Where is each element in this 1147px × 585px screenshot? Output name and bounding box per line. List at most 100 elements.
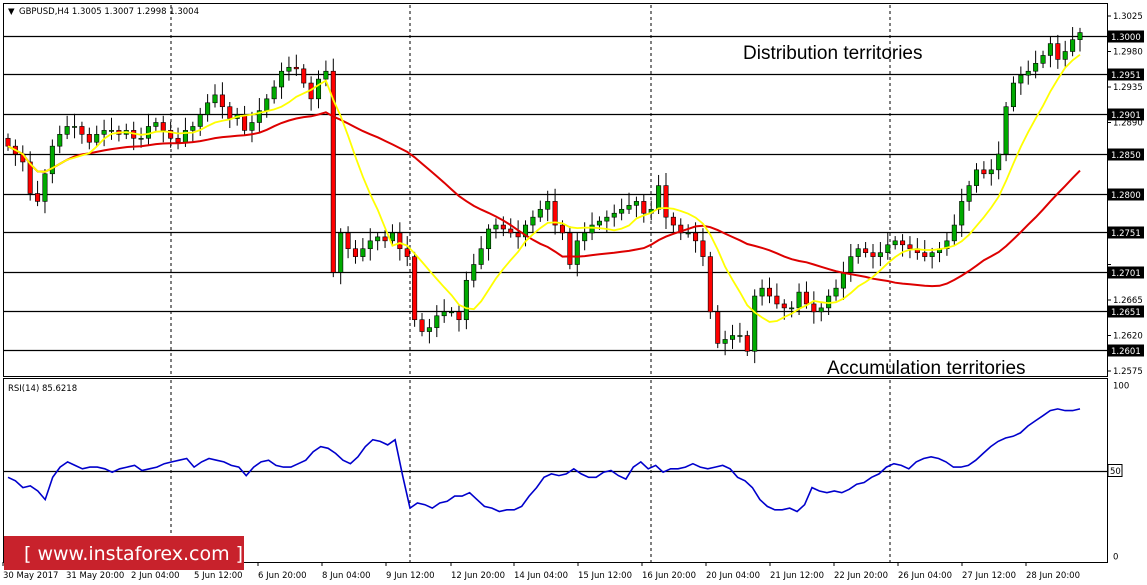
price-tick-label: 1.3025: [1113, 12, 1143, 22]
bull-candle: [818, 307, 824, 313]
bull-candle: [996, 153, 1002, 171]
bull-candle: [1062, 51, 1068, 60]
bear-candle: [981, 169, 987, 175]
bear-candle: [781, 303, 787, 309]
bear-candle: [900, 240, 906, 246]
bull-candle: [101, 130, 107, 135]
time-tick-label: 15 Jun 12:00: [578, 571, 632, 581]
bear-candle: [863, 248, 869, 253]
bear-candle: [301, 68, 307, 84]
bull-candle: [1003, 106, 1009, 155]
bear-candle: [227, 106, 233, 119]
bull-candle: [426, 327, 432, 332]
bear-candle: [79, 126, 85, 135]
bear-candle: [160, 122, 166, 131]
bear-candle: [707, 256, 713, 313]
bull-candle: [264, 98, 270, 111]
bear-candle: [219, 94, 225, 108]
bear-candle: [870, 252, 876, 257]
price-tick-label: 1.2575: [1113, 367, 1143, 377]
bull-candle: [1070, 39, 1076, 52]
bull-candle: [249, 122, 255, 131]
bull-candle: [951, 224, 957, 242]
bull-candle: [323, 70, 329, 80]
bull-candle: [190, 126, 196, 131]
bull-candle: [471, 264, 477, 281]
rsi-panel-frame: [3, 378, 1108, 563]
bull-candle: [463, 279, 469, 321]
bear-candle: [500, 224, 506, 230]
bull-candle: [205, 102, 211, 115]
price-tick-label: 1.2980: [1113, 48, 1143, 58]
rsi-tick-label: 50: [1110, 467, 1121, 477]
bear-candle: [811, 303, 817, 313]
bear-candle: [5, 137, 11, 147]
trading-chart: 100500 1.30001.29511.29011.28501.28001.2…: [2, 3, 1144, 581]
rsi-tick-label: 0: [1113, 553, 1118, 563]
bull-candle: [1018, 74, 1024, 84]
time-tick-label: 12 Jun 20:00: [451, 571, 505, 581]
time-tick-label: 31 May 20:00: [66, 571, 124, 581]
symbol-dropdown-icon[interactable]: ▼: [8, 7, 15, 17]
time-tick-label: 14 Jun 04:00: [514, 571, 568, 581]
price-level-label: 1.3000: [1111, 33, 1141, 43]
bull-candle: [197, 114, 203, 127]
bear-candle: [419, 319, 425, 332]
bear-candle: [744, 335, 750, 352]
bear-candle: [670, 216, 676, 226]
time-tick-label: 28 Jun 20:00: [1026, 571, 1080, 581]
bull-candle: [737, 335, 743, 337]
bear-candle: [922, 252, 928, 257]
bear-candle: [175, 137, 181, 143]
price-tick-label: 1.2935: [1113, 83, 1143, 93]
bear-candle: [766, 287, 773, 297]
bull-candle: [153, 122, 159, 127]
bull-candle: [42, 173, 48, 202]
bear-candle: [345, 232, 351, 250]
bull-candle: [1033, 63, 1039, 72]
bull-candle: [633, 201, 639, 206]
bull-candle: [833, 287, 839, 297]
bull-candle: [604, 216, 610, 222]
bull-candle: [848, 256, 854, 273]
bull-candle: [611, 212, 617, 218]
price-level-label: 1.2800: [1111, 191, 1141, 201]
bull-candle: [656, 185, 662, 210]
price-level-label: 1.2850: [1111, 151, 1141, 161]
time-tick-label: 20 Jun 04:00: [706, 571, 760, 581]
bull-candle: [449, 311, 455, 314]
bull-candle: [885, 244, 891, 253]
bull-candle: [279, 70, 285, 88]
bull-candle: [582, 232, 588, 242]
accumulation-label: Accumulation territories: [827, 358, 1026, 379]
bull-candle: [1025, 70, 1031, 76]
bull-candle: [796, 291, 802, 309]
time-tick-label: 9 Jun 12:00: [386, 571, 435, 581]
bear-candle: [508, 228, 514, 234]
bear-candle: [293, 66, 299, 70]
bull-candle: [973, 169, 980, 186]
rsi-indicator: 100 50 0: [4, 382, 1129, 563]
bull-candle: [840, 272, 846, 289]
bull-candle: [988, 169, 994, 175]
bull-candle: [493, 224, 499, 230]
bull-candle: [64, 126, 70, 135]
bull-candle: [271, 86, 277, 100]
bull-candle: [478, 248, 484, 265]
bull-candle: [72, 126, 78, 128]
bull-candle: [855, 248, 861, 257]
bull-candle: [596, 220, 602, 226]
watermark-text: [ www.instaforex.com ]: [24, 543, 243, 565]
rsi-tick-label: 100: [1113, 382, 1129, 392]
bear-candle: [559, 224, 566, 234]
bear-candle: [515, 232, 521, 238]
bull-candle: [789, 307, 795, 310]
bull-candle: [1047, 43, 1053, 56]
time-tick-label: 2 Jun 04:00: [131, 571, 180, 581]
bull-candle: [486, 228, 492, 250]
time-tick-label: 21 Jun 12:00: [770, 571, 824, 581]
chart-window: 100 50 0 1.3000 1.2951 1.2901 1.2850 1.2800 1.2…: [0, 0, 1147, 585]
time-tick-label: 5 Jun 12:00: [194, 571, 243, 581]
bull-candle: [212, 94, 218, 104]
bear-candle: [715, 311, 721, 344]
